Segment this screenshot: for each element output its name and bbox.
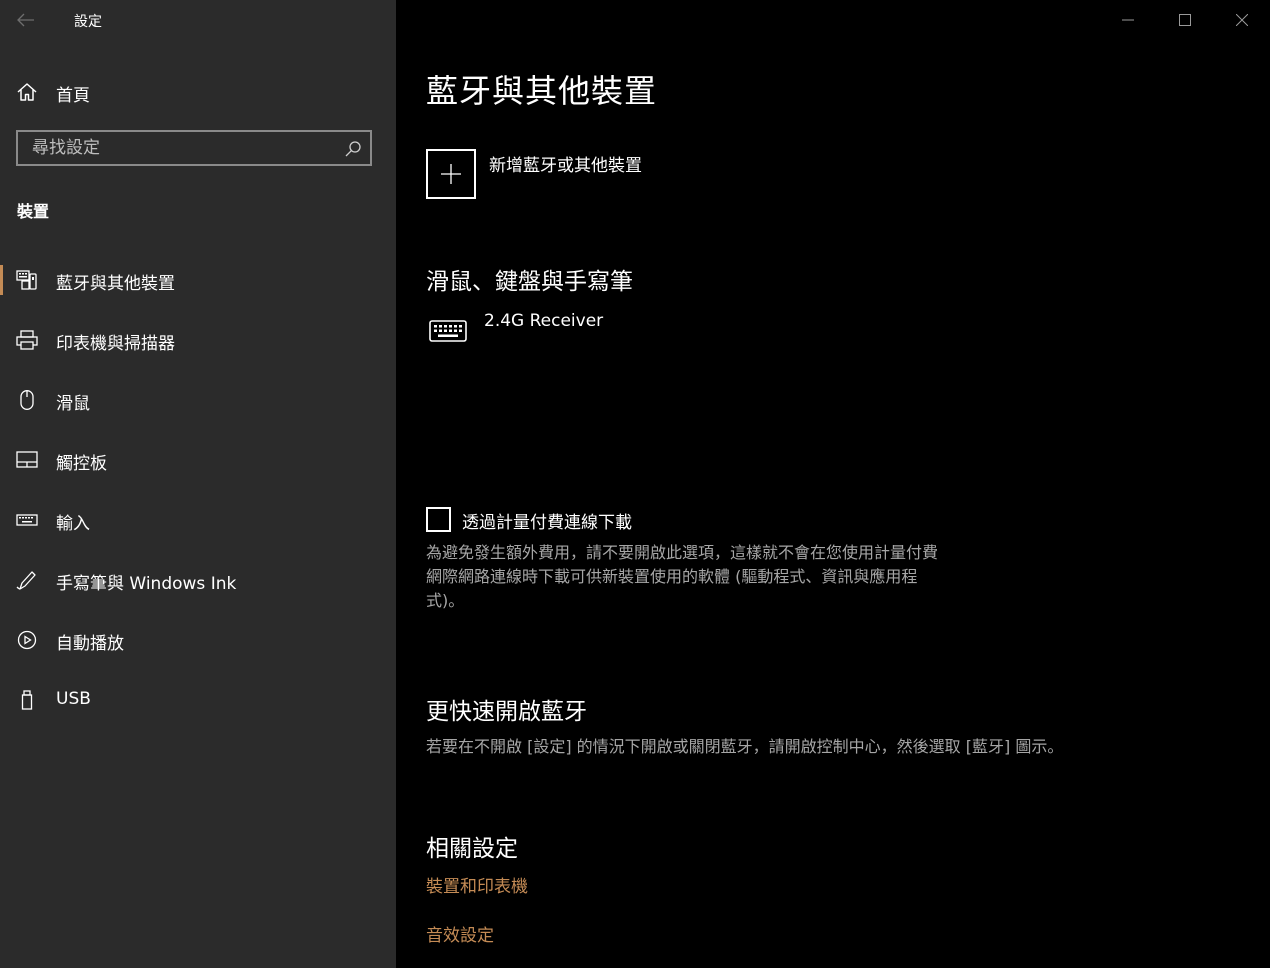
mouse-icon — [20, 390, 34, 410]
back-arrow-icon — [17, 13, 34, 27]
section-label: 裝置 — [17, 202, 50, 221]
sidebar-item-label: 首頁 — [56, 86, 90, 106]
bluetooth-devices-icon — [16, 270, 37, 290]
sidebar-item-usb[interactable]: USB — [0, 670, 396, 730]
sidebar-item-printers[interactable]: 印表機與掃描器 — [0, 310, 396, 370]
quick-bluetooth-heading: 更快速開啟藍牙 — [426, 699, 587, 725]
pen-icon — [16, 571, 36, 590]
sidebar-item-label: 輸入 — [56, 514, 90, 534]
sidebar-item-pen[interactable]: 手寫筆與 Windows Ink — [0, 550, 396, 610]
sound-settings-link[interactable]: 音效設定 — [426, 921, 494, 946]
sidebar-item-label: 觸控板 — [56, 454, 107, 474]
device-item[interactable]: 2.4G Receiver — [426, 310, 826, 350]
sidebar: 設定 首頁 裝置 藍牙與其他裝置 — [0, 0, 396, 968]
sidebar-item-label: 印表機與掃描器 — [56, 334, 175, 354]
sidebar-item-touchpad[interactable]: 觸控板 — [0, 430, 396, 490]
home-icon — [17, 83, 37, 101]
sidebar-item-mouse[interactable]: 滑鼠 — [0, 370, 396, 430]
description-line: 式)。 — [426, 591, 465, 610]
plus-icon — [441, 164, 461, 184]
printer-icon — [16, 330, 38, 350]
active-indicator — [0, 265, 3, 295]
touchpad-icon — [16, 451, 38, 468]
checkbox-label: 透過計量付費連線下載 — [462, 513, 632, 533]
search-icon[interactable] — [344, 140, 362, 158]
sidebar-nav: 藍牙與其他裝置 印表機與掃描器 滑鼠 觸控板 輸入 手寫筆與 Windows I… — [0, 250, 396, 730]
search-input[interactable] — [18, 132, 352, 164]
quick-bluetooth-description: 若要在不開啟 [設定] 的情況下開啟或關閉藍牙，請開啟控制中心，然後選取 [藍牙… — [426, 737, 1064, 756]
keyboard-icon — [429, 320, 467, 342]
usb-icon — [21, 690, 33, 710]
main-content: 藍牙與其他裝置 新增藍牙或其他裝置 滑鼠、鍵盤與手寫筆 2.4G Receive… — [396, 0, 1270, 968]
sidebar-item-label: 手寫筆與 Windows Ink — [56, 574, 237, 594]
autoplay-icon — [17, 630, 37, 650]
sidebar-item-label: 自動播放 — [56, 634, 124, 654]
add-device-label: 新增藍牙或其他裝置 — [489, 156, 642, 176]
sidebar-item-bluetooth[interactable]: 藍牙與其他裝置 — [0, 250, 396, 310]
device-name: 2.4G Receiver — [484, 311, 604, 331]
back-button[interactable] — [8, 4, 44, 36]
sidebar-item-autoplay[interactable]: 自動播放 — [0, 610, 396, 670]
mouse-keyboard-pen-heading: 滑鼠、鍵盤與手寫筆 — [426, 269, 633, 295]
search-box — [16, 130, 372, 166]
sidebar-item-label: 藍牙與其他裝置 — [56, 274, 175, 294]
add-device-box — [426, 149, 476, 199]
sidebar-item-home[interactable]: 首頁 — [0, 72, 396, 112]
keyboard-icon — [16, 514, 38, 526]
related-settings-heading: 相關設定 — [426, 836, 518, 862]
sidebar-item-typing[interactable]: 輸入 — [0, 490, 396, 550]
metered-download-checkbox[interactable]: 透過計量付費連線下載 — [426, 507, 1026, 537]
devices-and-printers-link[interactable]: 裝置和印表機 — [426, 872, 528, 897]
metered-description: 為避免發生額外費用，請不要開啟此選項，這樣就不會在您使用計量付費 網際網路連線時… — [426, 541, 938, 613]
page-title: 藍牙與其他裝置 — [426, 72, 658, 110]
sidebar-item-label: USB — [56, 689, 91, 709]
description-line: 網際網路連線時下載可供新裝置使用的軟體 (驅動程式、資訊與應用程 — [426, 567, 918, 586]
sidebar-item-label: 滑鼠 — [56, 394, 90, 414]
description-line: 為避免發生額外費用，請不要開啟此選項，這樣就不會在您使用計量付費 — [426, 543, 939, 562]
app-title: 設定 — [74, 14, 102, 30]
checkbox-box[interactable] — [426, 507, 451, 532]
